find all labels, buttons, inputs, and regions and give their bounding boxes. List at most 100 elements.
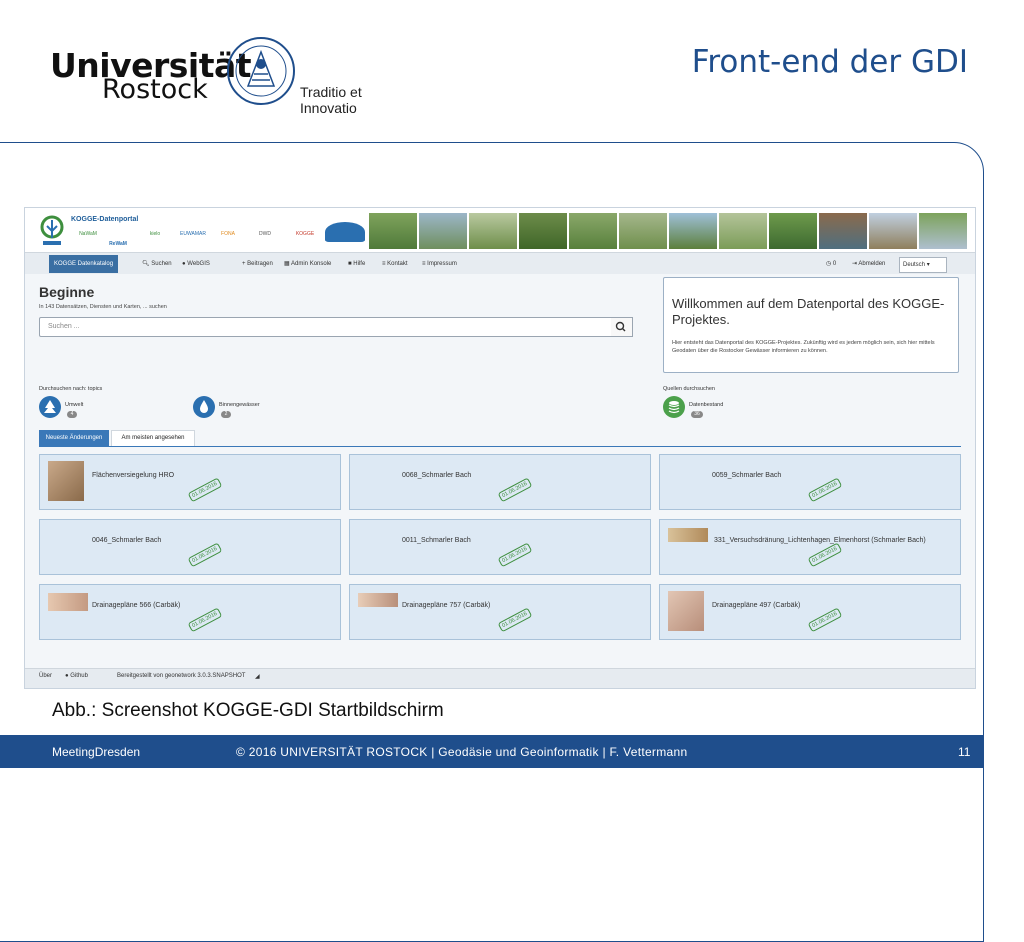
nav-help[interactable]: ■ Hilfe (345, 257, 368, 271)
header-photo (769, 213, 817, 249)
record-title: 0046_Schmarler Bach (92, 537, 162, 544)
portal-logo-icon (40, 215, 64, 245)
header-photo (419, 213, 467, 249)
footer-about-link[interactable]: Über (39, 673, 52, 679)
figure-caption: Abb.: Screenshot KOGGE-GDI Startbildschi… (52, 700, 444, 721)
search-button[interactable] (611, 317, 633, 337)
record-card[interactable]: 0068_Schmarler Bach 01.06.2016 (349, 454, 651, 510)
database-icon[interactable] (663, 396, 685, 418)
record-card[interactable]: Flächenversiegelung HRO 01.06.2016 (39, 454, 341, 510)
record-card[interactable]: 0011_Schmarler Bach 01.06.2016 (349, 519, 651, 575)
nav-imprint-label: Impressum (427, 261, 457, 267)
record-title: Drainagepläne 497 (Carbäk) (712, 602, 801, 609)
topic-binnengewaesser[interactable]: Binnengewässer (219, 402, 260, 408)
rss-icon[interactable]: ◢ (255, 673, 260, 680)
record-thumbnail (668, 528, 708, 542)
date-stamp: 01.06.2016 (187, 607, 222, 633)
welcome-title: Willkommen auf dem Datenportal des KOGGE… (672, 296, 945, 327)
header-photo (519, 213, 567, 249)
nav-webgis-label: WebGIS (187, 261, 210, 267)
nav-logout[interactable]: ⇥ Abmelden (849, 257, 888, 271)
nav-search-label: Suchen (151, 261, 172, 267)
partner-logo-dwd: DWD (259, 231, 271, 237)
portal-header: KOGGE-Datenportal NaWaM ReWaM kielo EUWA… (25, 208, 975, 252)
record-card[interactable]: Drainagepläne 497 (Carbäk) 01.06.2016 (659, 584, 961, 640)
footer-github-link[interactable]: ● Github (65, 673, 88, 679)
page-heading: Beginne (39, 284, 95, 300)
nav-logout-label: Abmelden (858, 261, 886, 267)
record-title: 331_Versuchsdränung_Lichtenhagen_Elmenho… (714, 537, 926, 544)
date-stamp: 01.06.2016 (497, 542, 532, 568)
header-photo (669, 213, 717, 249)
nav-admin-label: Admin Konsole (291, 261, 332, 267)
nav-imprint[interactable]: ≡ Impressum (419, 257, 460, 271)
record-card[interactable]: 0046_Schmarler Bach 01.06.2016 (39, 519, 341, 575)
topic-binnengewaesser-count: 2 (221, 411, 231, 418)
water-drop-icon[interactable] (193, 396, 215, 418)
record-title: 0059_Schmarler Bach (712, 472, 782, 479)
record-card[interactable]: Drainagepläne 757 (Carbäk) 01.06.2016 (349, 584, 651, 640)
nav-contact[interactable]: ≡ Kontakt (379, 257, 411, 271)
nav-counter[interactable]: ◷ 0 (823, 257, 839, 271)
date-stamp: 01.06.2016 (497, 477, 532, 503)
search-input[interactable]: Suchen ... (39, 317, 631, 337)
portal-content: Beginne In 143 Datensätzen, Diensten und… (25, 274, 975, 674)
record-title: Drainagepläne 566 (Carbäk) (92, 602, 181, 609)
logo-motto: Traditio et Innovatio (300, 84, 362, 116)
partner-logo-kielo: kielo (149, 231, 161, 237)
header-photo (719, 213, 767, 249)
date-stamp: 01.06.2016 (497, 607, 532, 633)
grid-icon: ▦ (284, 261, 292, 267)
nav-webgis[interactable]: ● WebGIS (179, 257, 213, 271)
search-subline: In 143 Datensätzen, Diensten und Karten,… (39, 304, 167, 310)
partner-logo-fona: FONA (221, 231, 235, 237)
partner-logo-kogge: KOGGE (295, 231, 315, 237)
source-datenbestand[interactable]: Datenbestand (689, 402, 723, 408)
record-thumbnail (358, 593, 398, 607)
partner-logo-wave-icon (325, 222, 365, 242)
tree-icon[interactable] (39, 396, 61, 418)
footer-powered-link[interactable]: Bereitgestellt von geonetwork 3.0.3.SNAP… (117, 673, 245, 679)
portal-footer: Über ● Github Bereitgestellt von geonetw… (25, 668, 975, 688)
university-seal-icon (227, 37, 295, 105)
chevron-down-icon: ▾ (926, 262, 930, 268)
search-placeholder: Suchen ... (48, 323, 80, 330)
date-stamp: 01.06.2016 (807, 477, 842, 503)
header-photo (919, 213, 967, 249)
nav-contribute-label: Beitragen (247, 261, 273, 267)
record-title: Drainagepläne 757 (Carbäk) (402, 602, 491, 609)
date-stamp: 01.06.2016 (187, 477, 222, 503)
tab-divider (39, 446, 961, 447)
record-card[interactable]: 331_Versuchsdränung_Lichtenhagen_Elmenho… (659, 519, 961, 575)
footer-event: MeetingDresden (52, 745, 141, 759)
browse-label: Durchsuchen nach: topics (39, 386, 103, 392)
language-select-value: Deutsch (903, 262, 926, 268)
nav-catalog[interactable]: KOGGE Datenkatalog (49, 255, 119, 273)
date-stamp: 01.06.2016 (807, 607, 842, 633)
record-card[interactable]: 0059_Schmarler Bach 01.06.2016 (659, 454, 961, 510)
topic-umwelt[interactable]: Umwelt (65, 402, 83, 408)
nav-search[interactable]: 🔍︎ Suchen (139, 257, 175, 271)
tab-most-viewed[interactable]: Am meisten angesehen (111, 430, 195, 446)
logo-word-rostock: Rostock (102, 74, 208, 105)
record-card[interactable]: Drainagepläne 566 (Carbäk) 01.06.2016 (39, 584, 341, 640)
date-stamp: 01.06.2016 (807, 542, 842, 568)
record-thumbnail (48, 593, 88, 611)
header-photo (469, 213, 517, 249)
record-thumbnail (48, 461, 84, 501)
header-photo (369, 213, 417, 249)
clock-icon: ◷ (826, 261, 833, 267)
search-icon (615, 321, 626, 332)
tab-newest[interactable]: Neueste Änderungen (39, 430, 109, 446)
slide-title: Front-end der GDI (691, 44, 968, 80)
nav-counter-value: 0 (832, 261, 837, 267)
record-thumbnail (668, 591, 704, 631)
partner-logo-nawam: NaWaM (79, 231, 97, 237)
language-select[interactable]: Deutsch ▾ (899, 257, 947, 273)
date-stamp: 01.06.2016 (187, 542, 222, 568)
welcome-text: Hier entsteht das Datenportal des KOGGE-… (672, 340, 935, 354)
record-title: 0068_Schmarler Bach (402, 472, 472, 479)
nav-admin[interactable]: ▦ Admin Konsole (281, 257, 334, 271)
nav-contribute[interactable]: + Beitragen (239, 257, 276, 271)
source-datenbestand-count: 36 (691, 411, 703, 418)
